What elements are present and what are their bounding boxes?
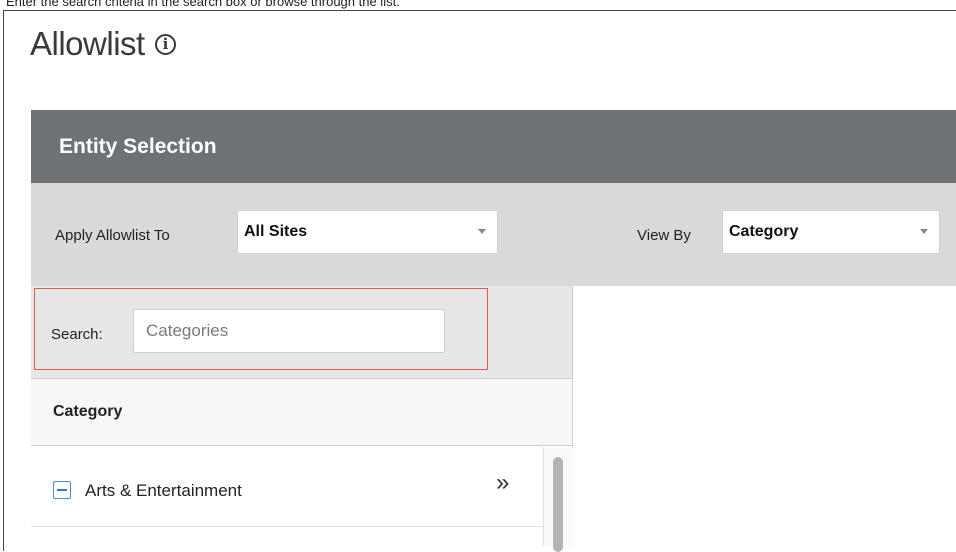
chevron-down-icon — [920, 229, 928, 234]
view-by-select[interactable]: Category — [722, 210, 940, 254]
apply-allowlist-value: All Sites — [244, 223, 308, 240]
list-item[interactable]: Arts & Entertainment » — [31, 447, 543, 527]
entity-selection-header: Entity Selection — [31, 110, 956, 183]
info-icon[interactable]: i — [154, 33, 176, 55]
collapse-icon[interactable] — [53, 481, 71, 499]
list-scrollbar[interactable] — [543, 447, 573, 552]
view-by-value: Category — [729, 223, 799, 240]
apply-allowlist-label: Apply Allowlist To — [55, 227, 170, 244]
category-column-header[interactable]: Category — [31, 379, 572, 446]
category-column-header-label: Category — [53, 403, 123, 420]
double-chevron-right-icon[interactable]: » — [496, 469, 509, 497]
instruction-caption: Enter the search criteria in the search … — [6, 0, 400, 9]
apply-allowlist-select[interactable]: All Sites — [237, 210, 498, 254]
search-input[interactable] — [133, 309, 445, 353]
category-list-panel: Search: Category Arts & Entertainment » — [31, 286, 573, 552]
list-item-label: Arts & Entertainment — [85, 481, 242, 500]
search-area: Search: — [31, 286, 572, 379]
scrollbar-thumb[interactable] — [553, 457, 563, 552]
view-by-label: View By — [637, 227, 691, 244]
search-label: Search: — [51, 326, 103, 343]
chevron-down-icon — [478, 229, 486, 234]
selection-toolbar: Apply Allowlist To All Sites View By Cat… — [31, 183, 956, 286]
panel-title: Entity Selection — [59, 134, 217, 158]
page-title: Allowlist i — [30, 25, 176, 63]
page-title-text: Allowlist — [30, 25, 145, 62]
